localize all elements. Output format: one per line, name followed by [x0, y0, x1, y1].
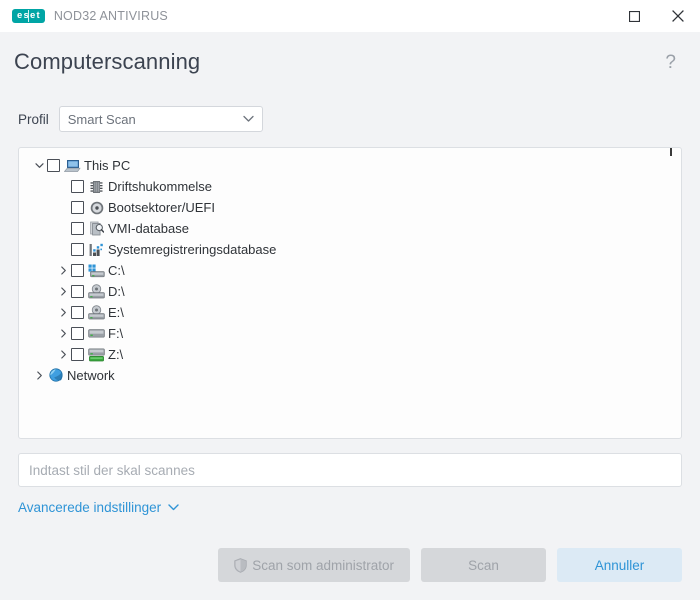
- window-controls: [612, 0, 700, 32]
- tree-node[interactable]: E:\: [27, 302, 681, 323]
- tree-node[interactable]: D:\: [27, 281, 681, 302]
- tree-node-checkbox[interactable]: [71, 222, 84, 235]
- tree-node[interactable]: F:\: [27, 323, 681, 344]
- cancel-button[interactable]: Annuller: [557, 548, 682, 582]
- profile-select-value[interactable]: Smart Scan: [58, 106, 263, 132]
- disc-icon: [88, 200, 105, 216]
- tree-node-label: Z:\: [108, 347, 124, 362]
- chevron-right-icon[interactable]: [55, 329, 71, 338]
- scan-targets-panel[interactable]: This PC Driftshukommelse Bootsektorer/UEFI…: [18, 147, 682, 439]
- maximize-icon: [628, 10, 640, 22]
- tree-node[interactable]: Network: [27, 365, 681, 386]
- scan-button-label: Scan: [468, 557, 499, 573]
- registry-icon: [88, 242, 105, 258]
- tree-node-checkbox[interactable]: [71, 285, 84, 298]
- advanced-settings-label: Avancerede indstillinger: [18, 500, 162, 515]
- product-name: NOD32 ANTIVIRUS: [53, 9, 168, 23]
- tree-node[interactable]: This PC: [27, 155, 681, 176]
- tree-node-checkbox[interactable]: [71, 327, 84, 340]
- tree-node-checkbox[interactable]: [71, 243, 84, 256]
- tree-node-label: Driftshukommelse: [108, 179, 213, 194]
- chevron-down-icon: [168, 504, 179, 511]
- close-button[interactable]: [656, 0, 700, 32]
- tree-node-checkbox[interactable]: [71, 264, 84, 277]
- tree-node-label: Network: [67, 368, 115, 383]
- dialog-footer: Scan som administrator Scan Annuller: [0, 548, 700, 582]
- tree-node-label: VMI-database: [108, 221, 189, 236]
- document-search-icon: [88, 221, 105, 237]
- scan-path-input[interactable]: [18, 453, 682, 487]
- title-bar: eset NOD32 ANTIVIRUS: [0, 0, 700, 32]
- maximize-button[interactable]: [612, 0, 656, 32]
- page-title: Computerscanning: [14, 49, 201, 74]
- tree-node[interactable]: VMI-database: [27, 218, 681, 239]
- tree-node-label: C:\: [108, 263, 125, 278]
- profile-select[interactable]: Smart Scan: [58, 106, 263, 132]
- cancel-button-label: Annuller: [594, 557, 645, 573]
- help-icon[interactable]: ?: [659, 51, 682, 74]
- advanced-settings-toggle[interactable]: Avancerede indstillinger: [18, 500, 179, 515]
- profile-label: Profil: [18, 111, 49, 127]
- tree-node[interactable]: Z:\: [27, 344, 681, 365]
- tree-node-label: E:\: [108, 305, 124, 320]
- scan-as-administrator-button[interactable]: Scan som administrator: [218, 548, 410, 582]
- memory-icon: [88, 179, 105, 195]
- tree-node[interactable]: Systemregistreringsdatabase: [27, 239, 681, 260]
- dialog-content: Profil Smart Scan This PC Driftshukommels…: [0, 92, 700, 517]
- network-drive-icon: [88, 347, 105, 363]
- tree-node-checkbox[interactable]: [71, 180, 84, 193]
- tree-node-label: Bootsektorer/UEFI: [108, 200, 215, 215]
- tree-node[interactable]: Bootsektorer/UEFI: [27, 197, 681, 218]
- windows-drive-icon: [88, 263, 105, 279]
- globe-icon: [47, 368, 64, 384]
- tree-node-checkbox[interactable]: [71, 201, 84, 214]
- shield-icon: [234, 557, 247, 573]
- optical-drive-icon: [88, 305, 105, 321]
- chevron-right-icon[interactable]: [55, 266, 71, 275]
- tree-node[interactable]: C:\: [27, 260, 681, 281]
- scan-targets-tree[interactable]: This PC Driftshukommelse Bootsektorer/UEFI…: [19, 155, 681, 386]
- page-header: Computerscanning ?: [0, 32, 700, 92]
- brand: eset NOD32 ANTIVIRUS: [12, 9, 168, 23]
- tree-node-label: This PC: [84, 158, 131, 173]
- optical-drive-icon: [88, 284, 105, 300]
- tree-node-checkbox[interactable]: [71, 348, 84, 361]
- eset-logo-divider: [28, 10, 30, 22]
- tree-node-checkbox[interactable]: [71, 306, 84, 319]
- chevron-right-icon[interactable]: [55, 308, 71, 317]
- computer-icon: [64, 158, 81, 174]
- eset-logo-icon: eset: [12, 9, 45, 23]
- tree-node-label: F:\: [108, 326, 124, 341]
- chevron-down-icon[interactable]: [31, 161, 47, 170]
- scan-button[interactable]: Scan: [421, 548, 546, 582]
- tree-node-label: Systemregistreringsdatabase: [108, 242, 277, 257]
- tree-node-label: D:\: [108, 284, 125, 299]
- tree-node-checkbox[interactable]: [47, 159, 60, 172]
- hard-drive-icon: [88, 326, 105, 342]
- chevron-right-icon[interactable]: [31, 371, 47, 380]
- close-icon: [672, 10, 684, 22]
- scan-as-administrator-label: Scan som administrator: [252, 557, 394, 573]
- chevron-right-icon[interactable]: [55, 287, 71, 296]
- scrollbar-thumb[interactable]: [670, 148, 672, 156]
- chevron-right-icon[interactable]: [55, 350, 71, 359]
- profile-row: Profil Smart Scan: [18, 106, 682, 132]
- tree-node[interactable]: Driftshukommelse: [27, 176, 681, 197]
